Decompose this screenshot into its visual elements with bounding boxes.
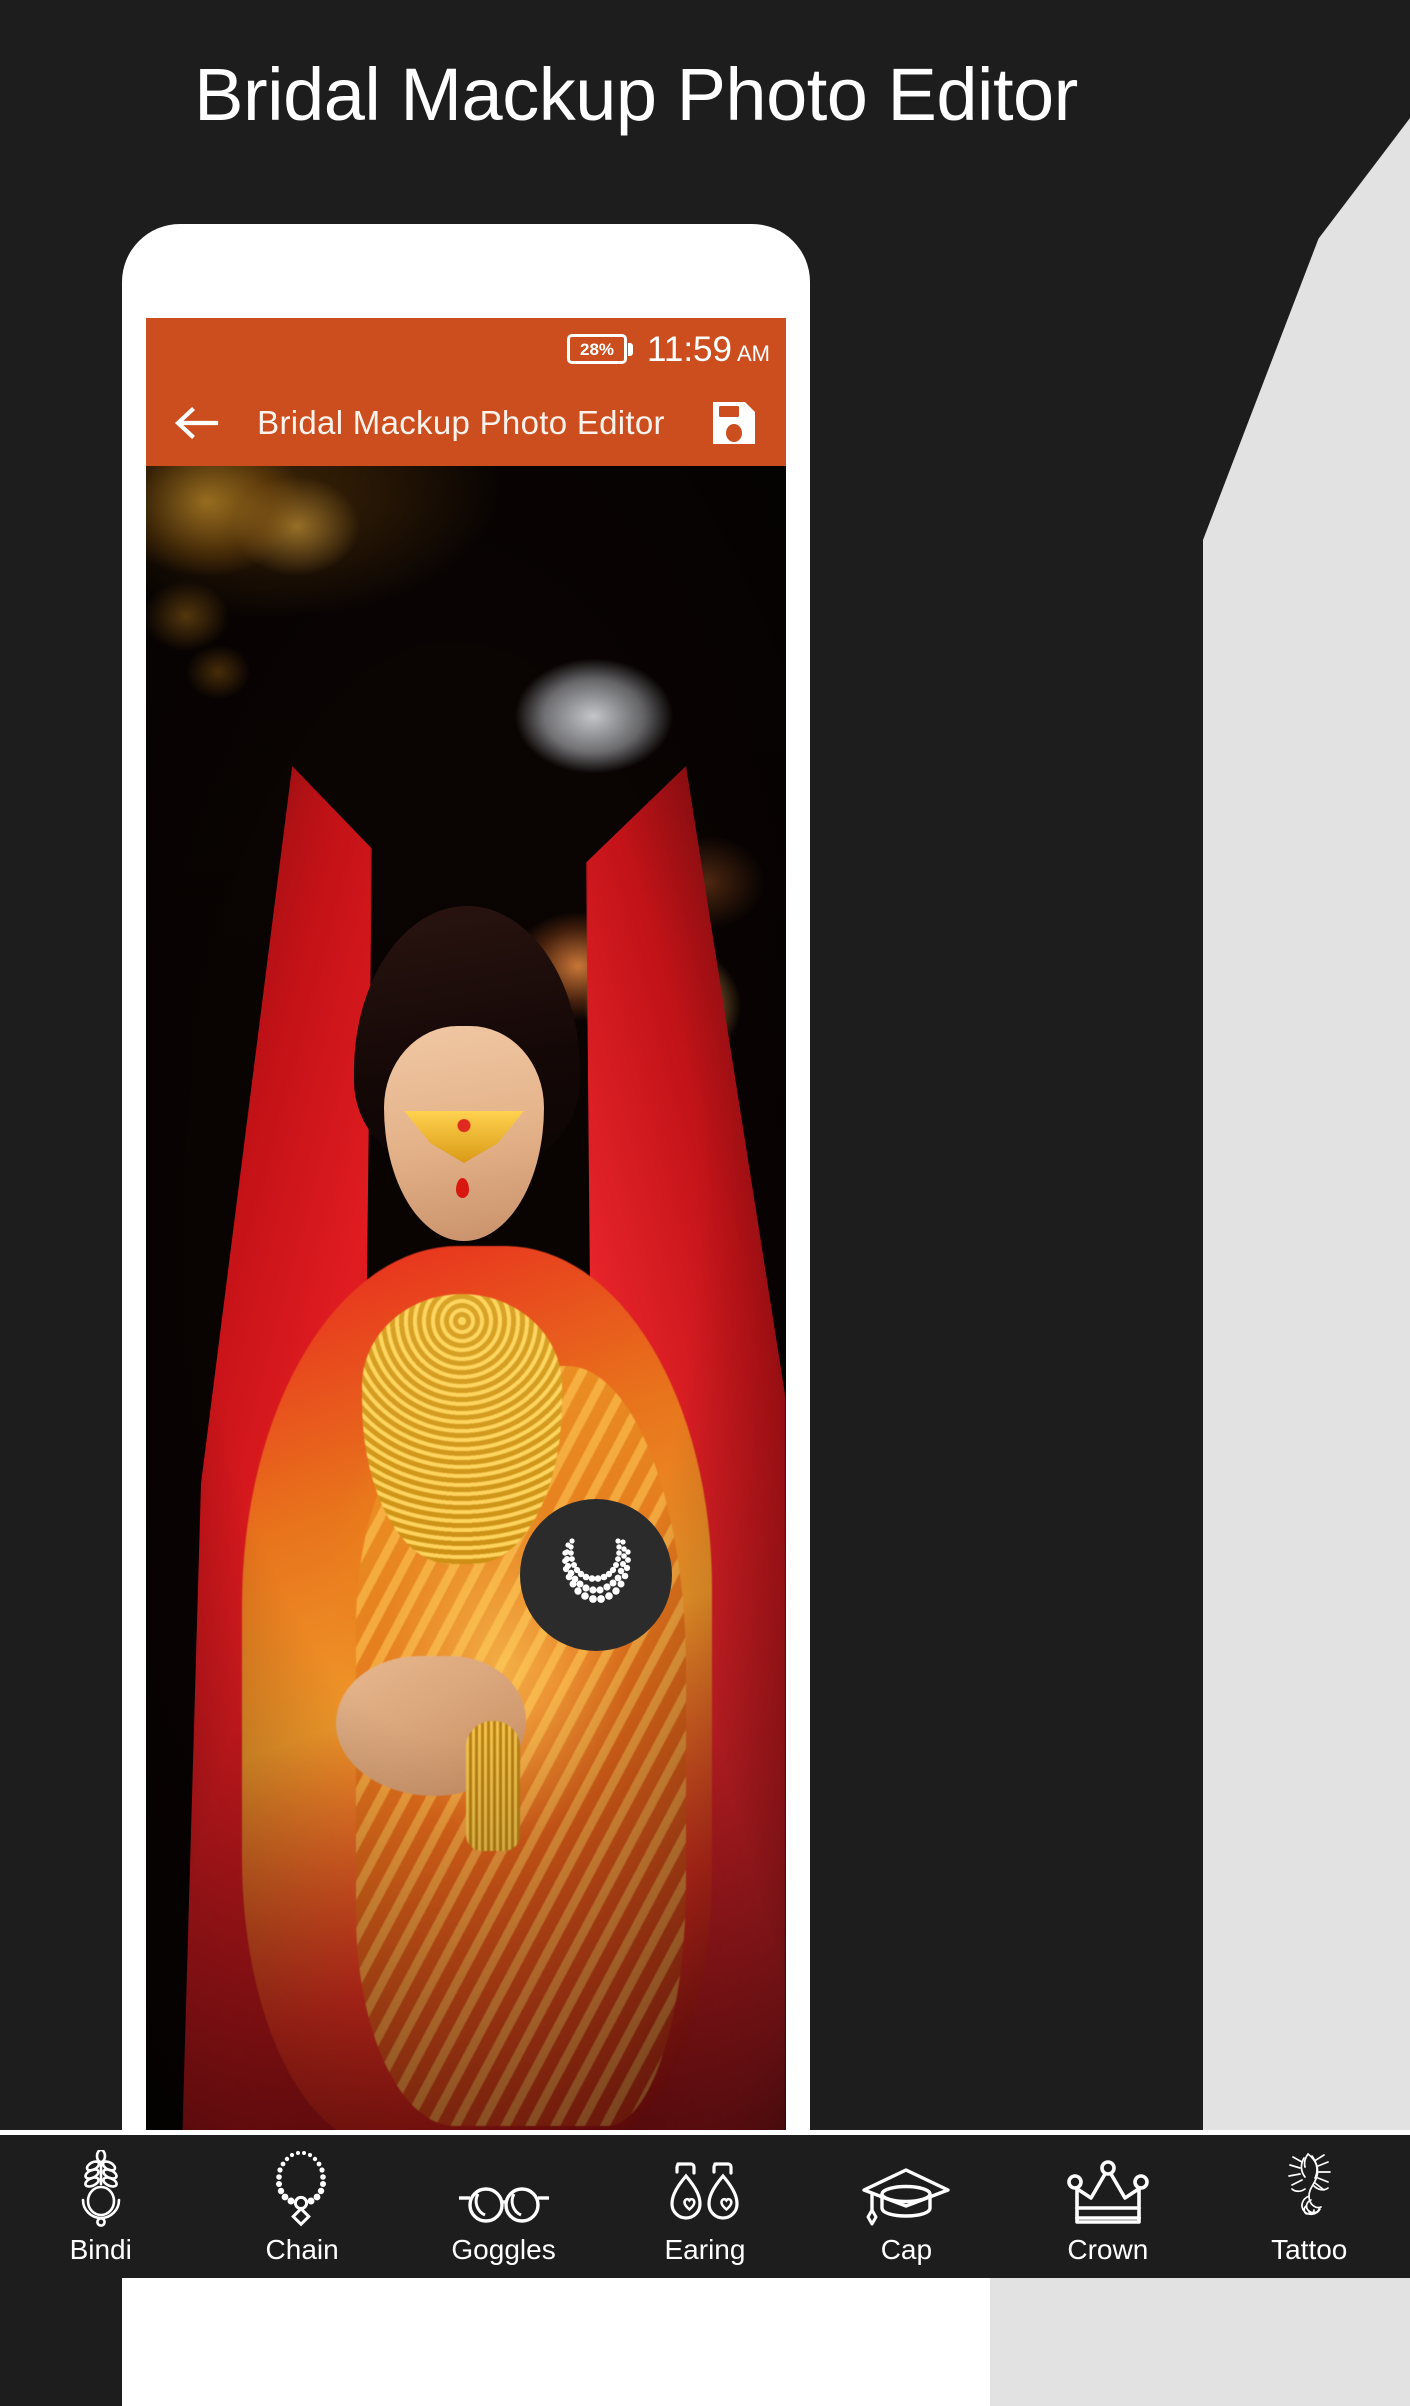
back-arrow-icon[interactable] [172,401,220,445]
status-clock: 11:59 [647,329,732,369]
app-bar-title: Bridal Mackup Photo Editor [257,404,665,441]
necklace-icon [546,1523,646,1628]
necklace-fab-button[interactable] [520,1499,672,1651]
decorative-gray-bottom-right [1028,2278,1410,2406]
page-title: Bridal Mackup Photo Editor [194,53,1078,136]
tool-label: Goggles [451,2233,556,2265]
tool-label: Cap [880,2233,933,2265]
save-floppy-icon[interactable] [708,397,760,449]
battery-percent-label: 28% [579,339,615,359]
bottom-toolbar: Bindi Chain Goggles Earing Cap Crown Tat… [0,2135,1410,2278]
tool-chain[interactable]: Chain [201,2135,402,2278]
tool-label: Crown [1067,2233,1149,2265]
app-bar: Bridal Mackup Photo Editor [146,380,786,466]
tool-cap[interactable]: Cap [806,2135,1007,2278]
goggles-icon [456,2150,552,2228]
photo-canvas[interactable] [146,466,786,2135]
earring-icon [666,2150,744,2228]
tool-label: Earing [664,2233,746,2265]
promo-graphic: Bridal Mackup Photo Editor 28% 11:59 AM … [0,0,1410,2406]
tool-label: Tattoo [1271,2233,1348,2265]
tool-label: Chain [265,2233,339,2265]
cap-icon [860,2150,952,2228]
tattoo-icon [1278,2150,1340,2228]
tool-label: Bindi [69,2233,132,2265]
status-bar: 28% 11:59 AM [146,318,786,380]
bindi-icon [70,2149,132,2228]
tool-earing[interactable]: Earing [604,2135,805,2278]
chain-icon [268,2150,336,2228]
tool-goggles[interactable]: Goggles [403,2135,604,2278]
tool-crown[interactable]: Crown [1007,2135,1208,2278]
tool-tattoo[interactable]: Tattoo [1209,2135,1410,2278]
crown-icon [1063,2150,1153,2228]
status-ampm: AM [737,340,770,366]
bride-photo [146,466,786,2135]
battery-icon: 28% [567,334,633,364]
tool-bindi[interactable]: Bindi [0,2135,201,2278]
phone-screen: 28% 11:59 AM Bridal Mackup Photo Editor [146,318,786,2135]
